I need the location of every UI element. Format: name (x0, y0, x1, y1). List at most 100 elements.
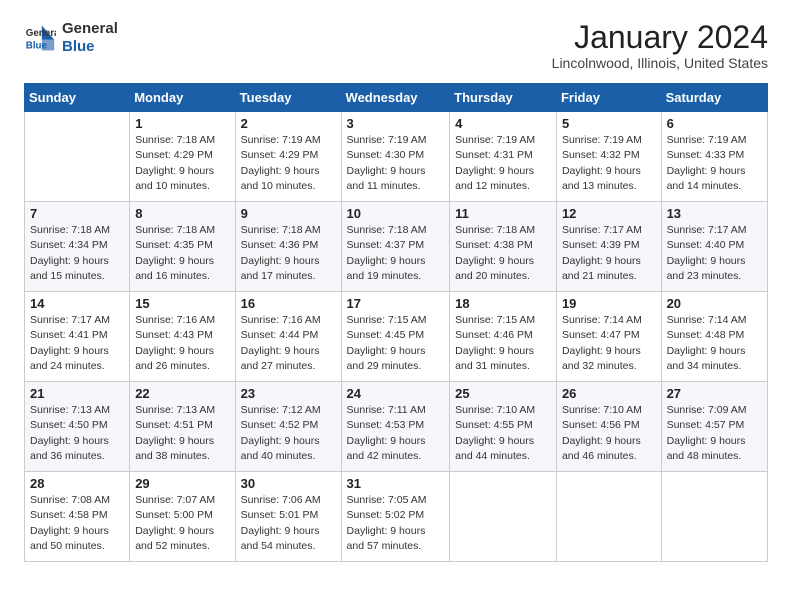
page: General Blue General Blue January 2024 L… (0, 0, 792, 582)
day-number: 23 (241, 386, 336, 401)
day-detail: Sunrise: 7:17 AMSunset: 4:40 PMDaylight:… (667, 223, 762, 284)
day-number: 24 (347, 386, 445, 401)
month-title: January 2024 (552, 20, 768, 55)
day-number: 6 (667, 116, 762, 131)
day-number: 9 (241, 206, 336, 221)
calendar-cell: 8 Sunrise: 7:18 AMSunset: 4:35 PMDaylight… (130, 202, 235, 292)
location: Lincolnwood, Illinois, United States (552, 55, 768, 71)
calendar-cell: 26 Sunrise: 7:10 AMSunset: 4:56 PMDayligh… (556, 382, 661, 472)
logo-general: General (62, 20, 118, 38)
day-detail: Sunrise: 7:10 AMSunset: 4:55 PMDaylight:… (455, 403, 551, 464)
calendar-cell: 4Sunrise: 7:19 AMSunset: 4:31 PMDaylight… (450, 112, 557, 202)
day-number: 25 (455, 386, 551, 401)
day-number: 3 (347, 116, 445, 131)
day-detail: Sunrise: 7:19 AMSunset: 4:30 PMDaylight:… (347, 133, 445, 194)
day-number: 31 (347, 476, 445, 491)
calendar-cell: 28 Sunrise: 7:08 AMSunset: 4:58 PMDayligh… (25, 472, 130, 562)
logo-blue: Blue (62, 38, 118, 56)
day-detail: Sunrise: 7:11 AMSunset: 4:53 PMDaylight:… (347, 403, 445, 464)
calendar-cell: 16Sunrise: 7:16 AMSunset: 4:44 PMDayligh… (235, 292, 341, 382)
calendar-cell: 20 Sunrise: 7:14 AMSunset: 4:48 PMDayligh… (661, 292, 767, 382)
day-detail: Sunrise: 7:19 AMSunset: 4:33 PMDaylight:… (667, 133, 762, 194)
day-detail: Sunrise: 7:15 AMSunset: 4:45 PMDaylight:… (347, 313, 445, 374)
calendar-cell: 6 Sunrise: 7:19 AMSunset: 4:33 PMDaylight… (661, 112, 767, 202)
calendar-week-0: 1 Sunrise: 7:18 AMSunset: 4:29 PMDaylight… (25, 112, 768, 202)
day-number: 14 (30, 296, 124, 311)
calendar-cell (450, 472, 557, 562)
day-detail: Sunrise: 7:08 AMSunset: 4:58 PMDaylight:… (30, 493, 124, 554)
day-number: 15 (135, 296, 229, 311)
calendar-cell: 10 Sunrise: 7:18 AMSunset: 4:37 PMDayligh… (341, 202, 450, 292)
calendar-cell: 31 Sunrise: 7:05 AMSunset: 5:02 PMDayligh… (341, 472, 450, 562)
calendar-cell (556, 472, 661, 562)
day-detail: Sunrise: 7:18 AMSunset: 4:36 PMDaylight:… (241, 223, 336, 284)
day-detail: Sunrise: 7:14 AMSunset: 4:47 PMDaylight:… (562, 313, 656, 374)
day-detail: Sunrise: 7:13 AMSunset: 4:50 PMDaylight:… (30, 403, 124, 464)
weekday-header-wednesday: Wednesday (341, 84, 450, 112)
day-number: 8 (135, 206, 229, 221)
calendar-cell: 22 Sunrise: 7:13 AMSunset: 4:51 PMDayligh… (130, 382, 235, 472)
day-detail: Sunrise: 7:18 AMSunset: 4:34 PMDaylight:… (30, 223, 124, 284)
day-number: 12 (562, 206, 656, 221)
calendar-week-4: 28 Sunrise: 7:08 AMSunset: 4:58 PMDayligh… (25, 472, 768, 562)
calendar-cell: 11Sunrise: 7:18 AMSunset: 4:38 PMDayligh… (450, 202, 557, 292)
calendar-cell: 7 Sunrise: 7:18 AMSunset: 4:34 PMDaylight… (25, 202, 130, 292)
day-number: 5 (562, 116, 656, 131)
day-detail: Sunrise: 7:10 AMSunset: 4:56 PMDaylight:… (562, 403, 656, 464)
day-detail: Sunrise: 7:07 AMSunset: 5:00 PMDaylight:… (135, 493, 229, 554)
day-detail: Sunrise: 7:14 AMSunset: 4:48 PMDaylight:… (667, 313, 762, 374)
day-number: 22 (135, 386, 229, 401)
day-detail: Sunrise: 7:16 AMSunset: 4:44 PMDaylight:… (241, 313, 336, 374)
day-number: 7 (30, 206, 124, 221)
day-detail: Sunrise: 7:17 AMSunset: 4:39 PMDaylight:… (562, 223, 656, 284)
weekday-header-saturday: Saturday (661, 84, 767, 112)
day-detail: Sunrise: 7:12 AMSunset: 4:52 PMDaylight:… (241, 403, 336, 464)
day-number: 17 (347, 296, 445, 311)
calendar-week-3: 21Sunrise: 7:13 AMSunset: 4:50 PMDayligh… (25, 382, 768, 472)
day-detail: Sunrise: 7:18 AMSunset: 4:35 PMDaylight:… (135, 223, 229, 284)
calendar-cell: 2 Sunrise: 7:19 AMSunset: 4:29 PMDaylight… (235, 112, 341, 202)
calendar-cell (661, 472, 767, 562)
weekday-header-monday: Monday (130, 84, 235, 112)
calendar-cell: 5 Sunrise: 7:19 AMSunset: 4:32 PMDaylight… (556, 112, 661, 202)
day-number: 29 (135, 476, 229, 491)
day-detail: Sunrise: 7:19 AMSunset: 4:31 PMDaylight:… (455, 133, 551, 194)
day-detail: Sunrise: 7:06 AMSunset: 5:01 PMDaylight:… (241, 493, 336, 554)
calendar-body: 1 Sunrise: 7:18 AMSunset: 4:29 PMDaylight… (25, 112, 768, 562)
day-number: 1 (135, 116, 229, 131)
day-number: 26 (562, 386, 656, 401)
calendar-cell: 23 Sunrise: 7:12 AMSunset: 4:52 PMDayligh… (235, 382, 341, 472)
calendar-cell: 30 Sunrise: 7:06 AMSunset: 5:01 PMDayligh… (235, 472, 341, 562)
calendar-cell: 29 Sunrise: 7:07 AMSunset: 5:00 PMDayligh… (130, 472, 235, 562)
logo: General Blue General Blue (24, 20, 118, 56)
calendar-cell: 18Sunrise: 7:15 AMSunset: 4:46 PMDayligh… (450, 292, 557, 382)
logo-icon: General Blue (24, 22, 56, 54)
calendar-header: SundayMondayTuesdayWednesdayThursdayFrid… (25, 84, 768, 112)
calendar-cell (25, 112, 130, 202)
day-number: 20 (667, 296, 762, 311)
calendar-cell: 17 Sunrise: 7:15 AMSunset: 4:45 PMDayligh… (341, 292, 450, 382)
calendar-cell: 9 Sunrise: 7:18 AMSunset: 4:36 PMDaylight… (235, 202, 341, 292)
day-number: 27 (667, 386, 762, 401)
weekday-header-tuesday: Tuesday (235, 84, 341, 112)
day-detail: Sunrise: 7:05 AMSunset: 5:02 PMDaylight:… (347, 493, 445, 554)
calendar-week-1: 7 Sunrise: 7:18 AMSunset: 4:34 PMDaylight… (25, 202, 768, 292)
calendar-week-2: 14Sunrise: 7:17 AMSunset: 4:41 PMDayligh… (25, 292, 768, 382)
day-detail: Sunrise: 7:19 AMSunset: 4:32 PMDaylight:… (562, 133, 656, 194)
day-detail: Sunrise: 7:18 AMSunset: 4:29 PMDaylight:… (135, 133, 229, 194)
day-detail: Sunrise: 7:19 AMSunset: 4:29 PMDaylight:… (241, 133, 336, 194)
weekday-header-friday: Friday (556, 84, 661, 112)
svg-text:Blue: Blue (26, 41, 48, 52)
day-detail: Sunrise: 7:13 AMSunset: 4:51 PMDaylight:… (135, 403, 229, 464)
day-number: 28 (30, 476, 124, 491)
day-number: 10 (347, 206, 445, 221)
day-number: 30 (241, 476, 336, 491)
weekday-row: SundayMondayTuesdayWednesdayThursdayFrid… (25, 84, 768, 112)
calendar-cell: 24 Sunrise: 7:11 AMSunset: 4:53 PMDayligh… (341, 382, 450, 472)
day-detail: Sunrise: 7:18 AMSunset: 4:37 PMDaylight:… (347, 223, 445, 284)
calendar-cell: 27Sunrise: 7:09 AMSunset: 4:57 PMDayligh… (661, 382, 767, 472)
day-number: 13 (667, 206, 762, 221)
calendar-cell: 25 Sunrise: 7:10 AMSunset: 4:55 PMDayligh… (450, 382, 557, 472)
day-number: 2 (241, 116, 336, 131)
day-number: 11 (455, 206, 551, 221)
